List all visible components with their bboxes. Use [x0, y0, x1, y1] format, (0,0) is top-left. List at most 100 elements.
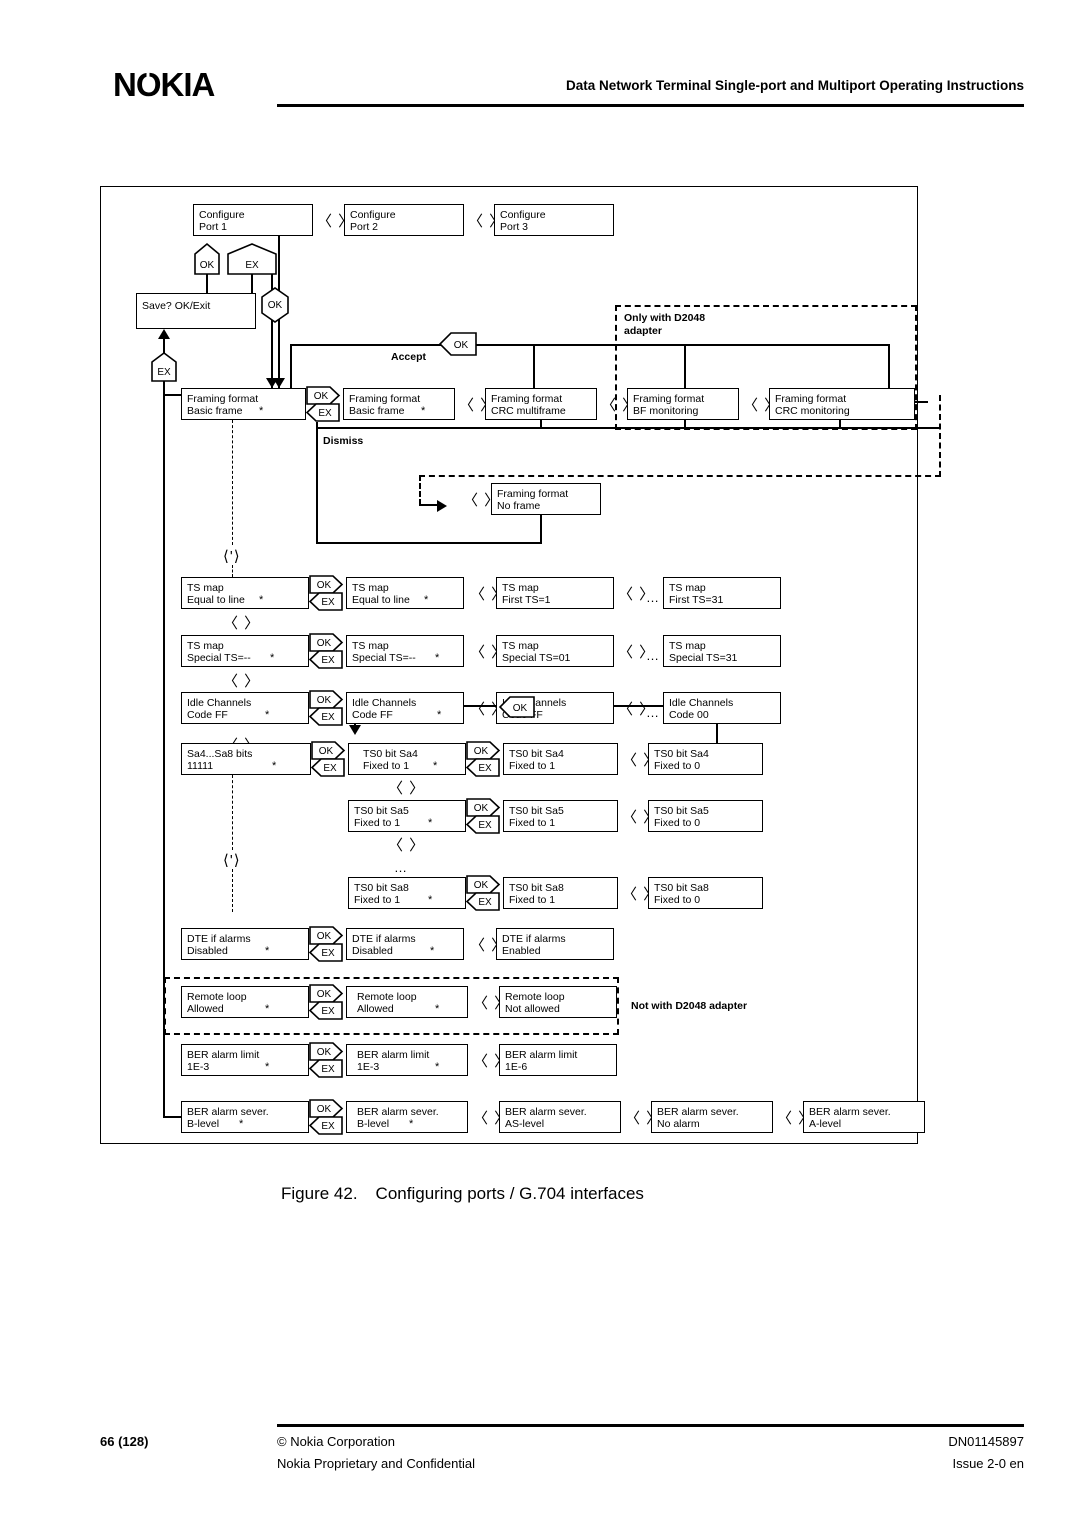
figure-number: Figure 42. — [281, 1184, 358, 1203]
box-framing-crc-multiframe[interactable]: Framing format CRC multiframe — [485, 388, 597, 420]
box-configure-port-2[interactable]: Configure Port 2 — [344, 204, 464, 236]
nav-arrows-down-tsmap-special[interactable]: 〈 〉 — [223, 616, 260, 631]
dashed-return-vertical — [939, 395, 941, 477]
svg-text:OK: OK — [317, 580, 332, 591]
svg-text:EX: EX — [321, 655, 335, 666]
key-ex-sa8[interactable]: EX — [465, 892, 500, 911]
key-ex-dte[interactable]: EX — [308, 943, 343, 962]
box-ts0-sa4-fixed0[interactable]: TS0 bit Sa4 Fixed to 0 — [648, 743, 763, 775]
box-ber-sever-as[interactable]: BER alarm sever. AS-level — [499, 1101, 621, 1133]
ellipsis-tsmap-special: … — [646, 648, 660, 663]
accept-rail-horizontal — [290, 344, 890, 346]
key-ex-tsmap[interactable]: EX — [308, 592, 343, 611]
figure-caption-text: Configuring ports / G.704 interfaces — [375, 1184, 644, 1203]
box-ts0-sa5-left[interactable]: TS0 bit Sa5 Fixed to 1 * — [348, 800, 466, 832]
svg-text:OK: OK — [319, 746, 334, 757]
dismiss-rail-lower — [316, 496, 318, 543]
svg-text:OK: OK — [317, 638, 332, 649]
box-ts0-sa5-fixed1[interactable]: TS0 bit Sa5 Fixed to 1 — [503, 800, 618, 832]
box-tsmap-first-ts-31[interactable]: TS map First TS=31 — [663, 577, 781, 609]
key-ok-sa-loop[interactable]: OK — [498, 696, 535, 718]
box-framing-basic-right[interactable]: Framing format Basic frame * — [343, 388, 455, 420]
box-ber-limit-right[interactable]: BER alarm limit 1E-3 * — [346, 1044, 468, 1076]
box-idle-right[interactable]: Idle Channels Code FF * — [346, 692, 464, 724]
nav-arrows-noframe[interactable]: 〈 〉 — [463, 493, 500, 508]
key-ex-ber-limit[interactable]: EX — [308, 1059, 343, 1078]
footer-divider — [277, 1424, 1024, 1427]
box-remote-not-allowed[interactable]: Remote loop Not allowed — [499, 986, 617, 1018]
box-ts0-sa4-fixed1[interactable]: TS0 bit Sa4 Fixed to 1 — [503, 743, 618, 775]
box-tsmap-first-ts-1[interactable]: TS map First TS=1 — [496, 577, 614, 609]
box-ber-limit-left[interactable]: BER alarm limit 1E-3 * — [181, 1044, 309, 1076]
box-ber-sever-noalarm[interactable]: BER alarm sever. No alarm — [651, 1101, 773, 1133]
diagram-layer: Only with D2048 adapter Not with D2048 ad… — [101, 187, 941, 1143]
svg-text:OK: OK — [317, 1104, 332, 1115]
box-tsmap-special-01[interactable]: TS map Special TS=01 — [496, 635, 614, 667]
key-ex-sa-bits[interactable]: EX — [310, 758, 345, 777]
box-configure-port-1[interactable]: Configure Port 1 — [193, 204, 313, 236]
nav-arrows-down-sa8[interactable]: 〈 〉 — [388, 838, 425, 853]
svg-text:OK: OK — [268, 300, 283, 311]
box-tsmap-special-right[interactable]: TS map Special TS=-- * — [346, 635, 464, 667]
box-ts0-sa8-fixed0[interactable]: TS0 bit Sa8 Fixed to 0 — [648, 877, 763, 909]
box-configure-port-3[interactable]: Configure Port 3 — [494, 204, 614, 236]
nav-arrows-dashed-tsmap[interactable]: ⟨'⟩ — [223, 549, 241, 564]
box-tsmap-special-31[interactable]: TS map Special TS=31 — [663, 635, 781, 667]
box-ber-limit-1e6[interactable]: BER alarm limit 1E-6 — [499, 1044, 617, 1076]
key-ok-accept[interactable]: OK — [438, 332, 477, 356]
key-ex-framing[interactable]: EX — [305, 403, 340, 422]
box-framing-basic-left[interactable]: Framing format Basic frame * — [181, 388, 306, 420]
noframe-return-horizontal — [316, 542, 542, 544]
box-remote-right[interactable]: Remote loop Allowed * — [346, 986, 468, 1018]
box-tsmap-equal-right[interactable]: TS map Equal to line * — [346, 577, 464, 609]
ellipsis-sa-rows: … — [394, 860, 408, 875]
box-framing-no-frame[interactable]: Framing format No frame — [491, 483, 601, 515]
box-remote-left[interactable]: Remote loop Allowed * — [181, 986, 309, 1018]
key-ex-idle[interactable]: EX — [308, 707, 343, 726]
key-ex-tsmap-special[interactable]: EX — [308, 650, 343, 669]
nav-arrows-down-idle[interactable]: 〈 〉 — [223, 674, 260, 689]
box-ts0-sa8-left[interactable]: TS0 bit Sa8 Fixed to 1 * — [348, 877, 466, 909]
box-dte-left[interactable]: DTE if alarms Disabled * — [181, 928, 309, 960]
key-ex-left-rail[interactable]: EX — [151, 352, 177, 382]
footer-issue: Issue 2-0 en — [952, 1456, 1024, 1471]
box-ber-sever-right[interactable]: BER alarm sever. B-level * — [346, 1101, 468, 1133]
svg-text:EX: EX — [321, 1064, 335, 1075]
box-idle-code-00[interactable]: Idle Channels Code 00 — [663, 692, 781, 724]
box-dte-right[interactable]: DTE if alarms Disabled * — [346, 928, 464, 960]
footer-confidential: Nokia Proprietary and Confidential — [277, 1456, 475, 1471]
box-tsmap-special-left[interactable]: TS map Special TS=-- * — [181, 635, 309, 667]
box-ts0-sa4-left[interactable]: TS0 bit Sa4 Fixed to 1 * — [348, 743, 466, 775]
nav-arrows-dashed-sabits[interactable]: ⟨'⟩ — [223, 853, 241, 868]
dashed-return-stub — [419, 504, 439, 506]
footer-doc-id: DN01145897 — [948, 1434, 1024, 1449]
box-framing-bf-monitoring[interactable]: Framing format BF monitoring — [627, 388, 739, 420]
box-save-ok-exit[interactable]: Save? OK/Exit — [136, 293, 256, 329]
dismiss-collector-horizontal — [316, 427, 941, 429]
key-ex-save[interactable]: EX — [227, 243, 277, 275]
footer-page-number: 66 (128) — [100, 1434, 149, 1449]
document-page: NOKIA Data Network Terminal Single-port … — [0, 0, 1080, 1528]
box-dte-enabled[interactable]: DTE if alarms Enabled — [496, 928, 614, 960]
box-framing-crc-monitoring[interactable]: Framing format CRC monitoring — [769, 388, 915, 420]
key-ex-sa4[interactable]: EX — [465, 758, 500, 777]
stem-ok-save — [206, 273, 208, 293]
ellipsis-idle: … — [646, 705, 660, 720]
box-ber-sever-left[interactable]: BER alarm sever. B-level * — [181, 1101, 309, 1133]
box-sa-bits[interactable]: Sa4...Sa8 bits 11111 * — [181, 743, 311, 775]
dismiss-riser-bf — [684, 420, 686, 429]
arrowhead-to-noframe — [437, 500, 447, 512]
svg-text:OK: OK — [474, 803, 489, 814]
box-ts0-sa8-fixed1[interactable]: TS0 bit Sa8 Fixed to 1 — [503, 877, 618, 909]
svg-text:EX: EX — [478, 897, 492, 908]
box-ber-sever-a[interactable]: BER alarm sever. A-level — [803, 1101, 925, 1133]
box-idle-left[interactable]: Idle Channels Code FF * — [181, 692, 309, 724]
key-ok-port1-down[interactable]: OK — [261, 287, 289, 323]
key-ok-save[interactable]: OK — [194, 242, 220, 275]
box-ts0-sa5-fixed0[interactable]: TS0 bit Sa5 Fixed to 0 — [648, 800, 763, 832]
nav-arrows-down-sa5[interactable]: 〈 〉 — [388, 781, 425, 796]
key-ex-remote[interactable]: EX — [308, 1001, 343, 1020]
key-ex-sa5[interactable]: EX — [465, 815, 500, 834]
box-tsmap-equal-left[interactable]: TS map Equal to line * — [181, 577, 309, 609]
key-ex-ber-sever[interactable]: EX — [308, 1116, 343, 1135]
